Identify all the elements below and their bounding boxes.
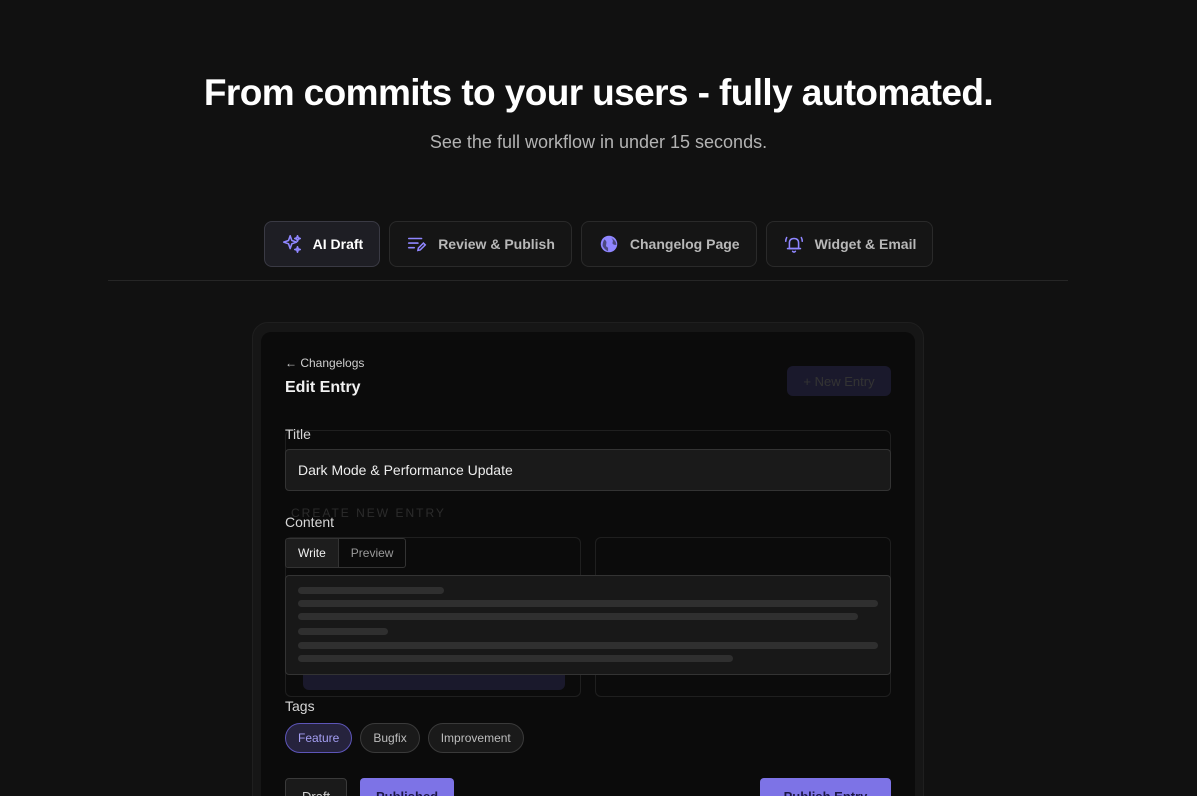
page: From commits to your users - fully autom… bbox=[0, 0, 1197, 796]
tab-widget-email[interactable]: Widget & Email bbox=[765, 221, 934, 267]
draft-button[interactable]: Draft bbox=[285, 778, 348, 796]
tag-bugfix[interactable]: Bugfix bbox=[360, 723, 420, 753]
tab-label: Review & Publish bbox=[438, 236, 555, 252]
tab-changelog-page[interactable]: Changelog Page bbox=[580, 221, 757, 267]
title-label: Title bbox=[285, 426, 311, 442]
skeleton-line bbox=[298, 613, 858, 620]
published-button[interactable]: Published bbox=[360, 778, 455, 796]
tag-feature[interactable]: Feature bbox=[285, 723, 353, 753]
hero-subheadline: See the full workflow in under 15 second… bbox=[429, 132, 768, 152]
tab-label: Changelog Page bbox=[629, 236, 740, 252]
workflow-tabs: AI Draft Review & Publish Changelog Page… bbox=[0, 221, 1197, 267]
write-tab[interactable]: Write bbox=[286, 539, 339, 567]
list-pen-icon bbox=[406, 233, 428, 255]
tags-label: Tags bbox=[285, 698, 315, 714]
editor-card: + New Entry CREATE NEW ENTRY Generate wi… bbox=[261, 332, 915, 796]
tabs-divider bbox=[108, 280, 1068, 281]
skeleton-line bbox=[298, 587, 444, 594]
content-mode-toggle: Write Preview bbox=[285, 538, 407, 568]
skeleton-line bbox=[298, 642, 878, 649]
globe-icon bbox=[598, 233, 620, 255]
content-editor[interactable] bbox=[285, 575, 891, 675]
tab-review-publish[interactable]: Review & Publish bbox=[389, 221, 572, 267]
title-input[interactable]: Dark Mode & Performance Update bbox=[285, 449, 891, 491]
preview-tab[interactable]: Preview bbox=[339, 539, 406, 567]
sparkles-icon bbox=[281, 233, 303, 255]
publish-entry-button[interactable]: Publish Entry bbox=[760, 778, 891, 796]
page-title: Edit Entry bbox=[285, 379, 361, 396]
tag-list: Feature Bugfix Improvement bbox=[285, 723, 524, 753]
back-to-changelogs-link[interactable]: ← Changelogs bbox=[285, 356, 364, 370]
tab-label: Widget & Email bbox=[814, 236, 917, 252]
content-label: Content bbox=[285, 514, 335, 530]
hero-headline: From commits to your users - fully autom… bbox=[203, 72, 994, 113]
tag-improvement[interactable]: Improvement bbox=[427, 723, 524, 753]
new-entry-button: + New Entry bbox=[787, 366, 891, 396]
skeleton-line bbox=[298, 655, 733, 662]
skeleton-line bbox=[298, 628, 388, 635]
tab-ai-draft[interactable]: AI Draft bbox=[263, 221, 381, 267]
bell-ring-icon bbox=[783, 233, 805, 255]
tab-label: AI Draft bbox=[312, 236, 364, 252]
skeleton-line bbox=[298, 600, 878, 607]
